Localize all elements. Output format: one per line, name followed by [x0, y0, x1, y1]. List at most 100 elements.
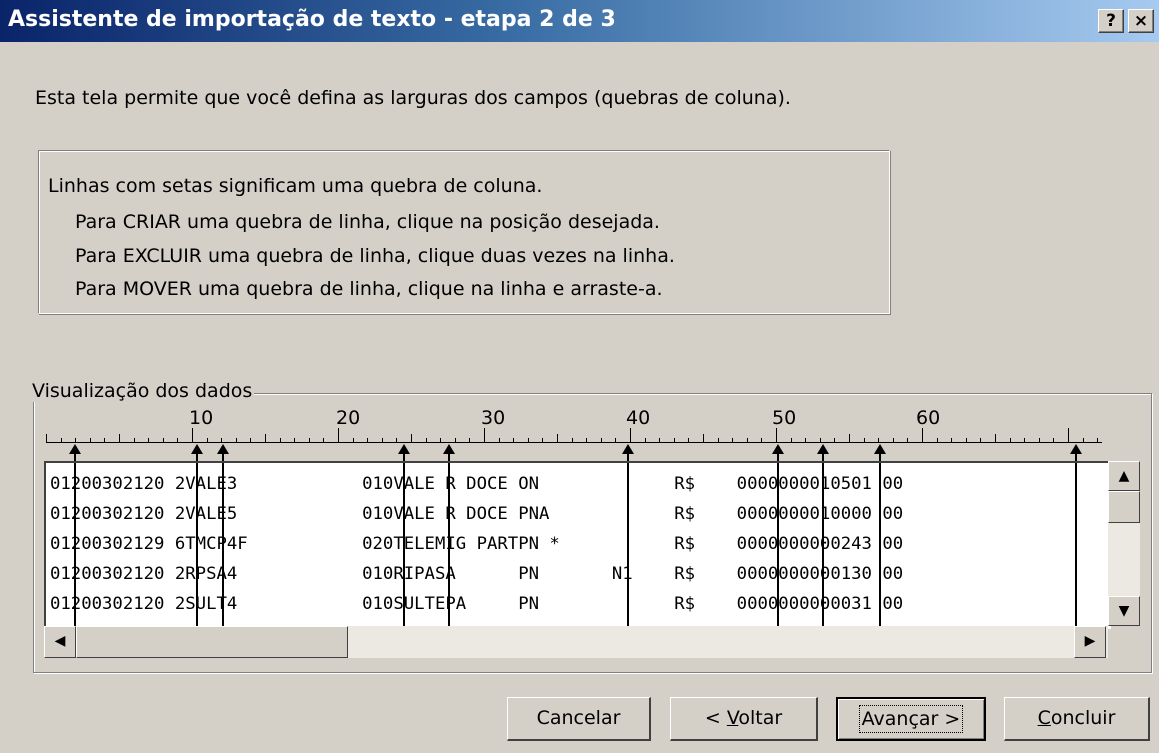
- ruler-tick: [353, 438, 354, 442]
- scroll-up-icon[interactable]: ▲: [1108, 461, 1140, 491]
- ruler-tick: [645, 438, 646, 442]
- ruler-tick: [1010, 438, 1011, 442]
- ruler-tick: [630, 428, 631, 442]
- ruler-tick: [995, 434, 996, 442]
- break-arrow-stem: [777, 453, 779, 461]
- ruler-tick: [659, 438, 660, 442]
- data-row: 01200302120 2RPSA4 010RIPASA PN N1 R$ 00…: [50, 564, 904, 584]
- finish-button[interactable]: Concluir: [1004, 697, 1150, 741]
- ruler-tick: [688, 438, 689, 442]
- ruler-tick: [163, 438, 164, 442]
- break-arrow-stem: [879, 453, 881, 461]
- ruler-tick: [1068, 428, 1069, 442]
- next-label: Avançar >: [858, 705, 964, 733]
- ruler-tick: [805, 438, 806, 442]
- ruler-tick: [177, 438, 178, 442]
- ruler-tick: [893, 438, 894, 442]
- ruler-tick: [323, 438, 324, 442]
- column-break-line[interactable]: [777, 463, 779, 628]
- column-break-line[interactable]: [822, 463, 824, 628]
- ruler-tick: [309, 438, 310, 442]
- ruler-tick: [440, 438, 441, 442]
- ruler-tick: [513, 438, 514, 442]
- ruler-tick: [1039, 438, 1040, 442]
- horizontal-scrollbar[interactable]: ◀ ▶: [44, 626, 1108, 658]
- finish-label: oncluir: [1050, 707, 1116, 729]
- ruler-tick: [1083, 438, 1084, 442]
- ruler-tick: [864, 438, 865, 442]
- break-arrow-stem: [1075, 453, 1077, 461]
- break-arrow-stem: [822, 453, 824, 461]
- ruler-tick: [557, 434, 558, 442]
- ruler-tick: [367, 438, 368, 442]
- info-line-1: Linhas com setas significam uma quebra d…: [48, 175, 543, 197]
- column-break-line[interactable]: [1075, 463, 1077, 628]
- title-bar[interactable]: Assistente de importação de texto - etap…: [0, 0, 1159, 42]
- instructions-box: Linhas com setas significam uma quebra d…: [38, 150, 890, 314]
- next-button[interactable]: Avançar >: [836, 697, 986, 741]
- scroll-right-icon[interactable]: ▶: [1074, 626, 1106, 658]
- break-arrow-stem: [74, 453, 76, 461]
- ruler-number: 20: [336, 407, 361, 429]
- ruler-tick: [601, 438, 602, 442]
- ruler-tick: [922, 428, 923, 442]
- info-line-3: Para EXCLUIR uma quebra de linha, clique…: [75, 245, 675, 267]
- ruler-number: 30: [481, 407, 506, 429]
- break-arrow-stem: [403, 453, 405, 461]
- ruler-tick: [90, 438, 91, 442]
- column-break-line[interactable]: [74, 463, 76, 628]
- ruler-tick: [791, 438, 792, 442]
- ruler-tick: [221, 438, 222, 442]
- vertical-scroll-thumb[interactable]: [1108, 491, 1140, 523]
- ruler-tick: [411, 434, 412, 442]
- ruler-tick: [236, 438, 237, 442]
- ruler-tick: [207, 438, 208, 442]
- ruler-tick: [75, 438, 76, 442]
- column-ruler[interactable]: 10 20 30 40 50 60: [46, 405, 1106, 461]
- column-break-line[interactable]: [196, 463, 198, 628]
- ruler-tick: [499, 438, 500, 442]
- ruler-tick: [338, 428, 339, 442]
- ruler-tick: [732, 438, 733, 442]
- help-button[interactable]: ?: [1098, 9, 1124, 33]
- ruler-tick: [820, 438, 821, 442]
- horizontal-scroll-thumb[interactable]: [76, 626, 348, 658]
- ruler-tick: [980, 438, 981, 442]
- ruler-tick: [469, 438, 470, 442]
- ruler-tick: [1024, 438, 1025, 442]
- vertical-scrollbar[interactable]: ▲ ▼: [1108, 461, 1140, 626]
- finish-hotkey: C: [1037, 707, 1051, 729]
- close-button[interactable]: ×: [1128, 9, 1154, 33]
- cancel-button[interactable]: Cancelar: [507, 697, 651, 741]
- ruler-tick: [119, 434, 120, 442]
- data-preview-label: Visualização dos dados: [32, 380, 255, 402]
- ruler-tick: [484, 428, 485, 442]
- ruler-tick: [776, 428, 777, 442]
- ruler-number: 50: [772, 407, 797, 429]
- ruler-tick: [265, 434, 266, 442]
- scroll-down-icon[interactable]: ▼: [1108, 596, 1140, 626]
- ruler-tick: [718, 438, 719, 442]
- data-row: 01200302120 2SULT4 010SULTEPA PN R$ 0000…: [50, 594, 904, 614]
- ruler-tick: [674, 438, 675, 442]
- column-break-line[interactable]: [627, 463, 629, 628]
- scroll-left-icon[interactable]: ◀: [44, 626, 76, 658]
- data-preview-area[interactable]: 01200302120 2VALE3 010VALE R DOCE ON R$ …: [44, 461, 1111, 629]
- back-button[interactable]: < Voltar: [670, 697, 818, 741]
- info-line-2: Para CRIAR uma quebra de linha, clique n…: [75, 211, 660, 233]
- ruler-tick: [192, 428, 193, 442]
- ruler-tick: [426, 438, 427, 442]
- column-break-line[interactable]: [448, 463, 450, 628]
- ruler-number: 40: [626, 407, 651, 429]
- column-break-line[interactable]: [403, 463, 405, 628]
- data-row: 01200302129 6TMCP4F 020TELEMIG PARTPN * …: [50, 534, 904, 554]
- ruler-tick: [280, 438, 281, 442]
- info-line-4: Para MOVER uma quebra de linha, clique n…: [75, 278, 663, 300]
- ruler-tick: [396, 438, 397, 442]
- column-break-line[interactable]: [879, 463, 881, 628]
- ruler-tick: [134, 438, 135, 442]
- ruler-tick: [528, 438, 529, 442]
- ruler-tick: [294, 438, 295, 442]
- column-break-line[interactable]: [222, 463, 224, 628]
- ruler-tick: [455, 438, 456, 442]
